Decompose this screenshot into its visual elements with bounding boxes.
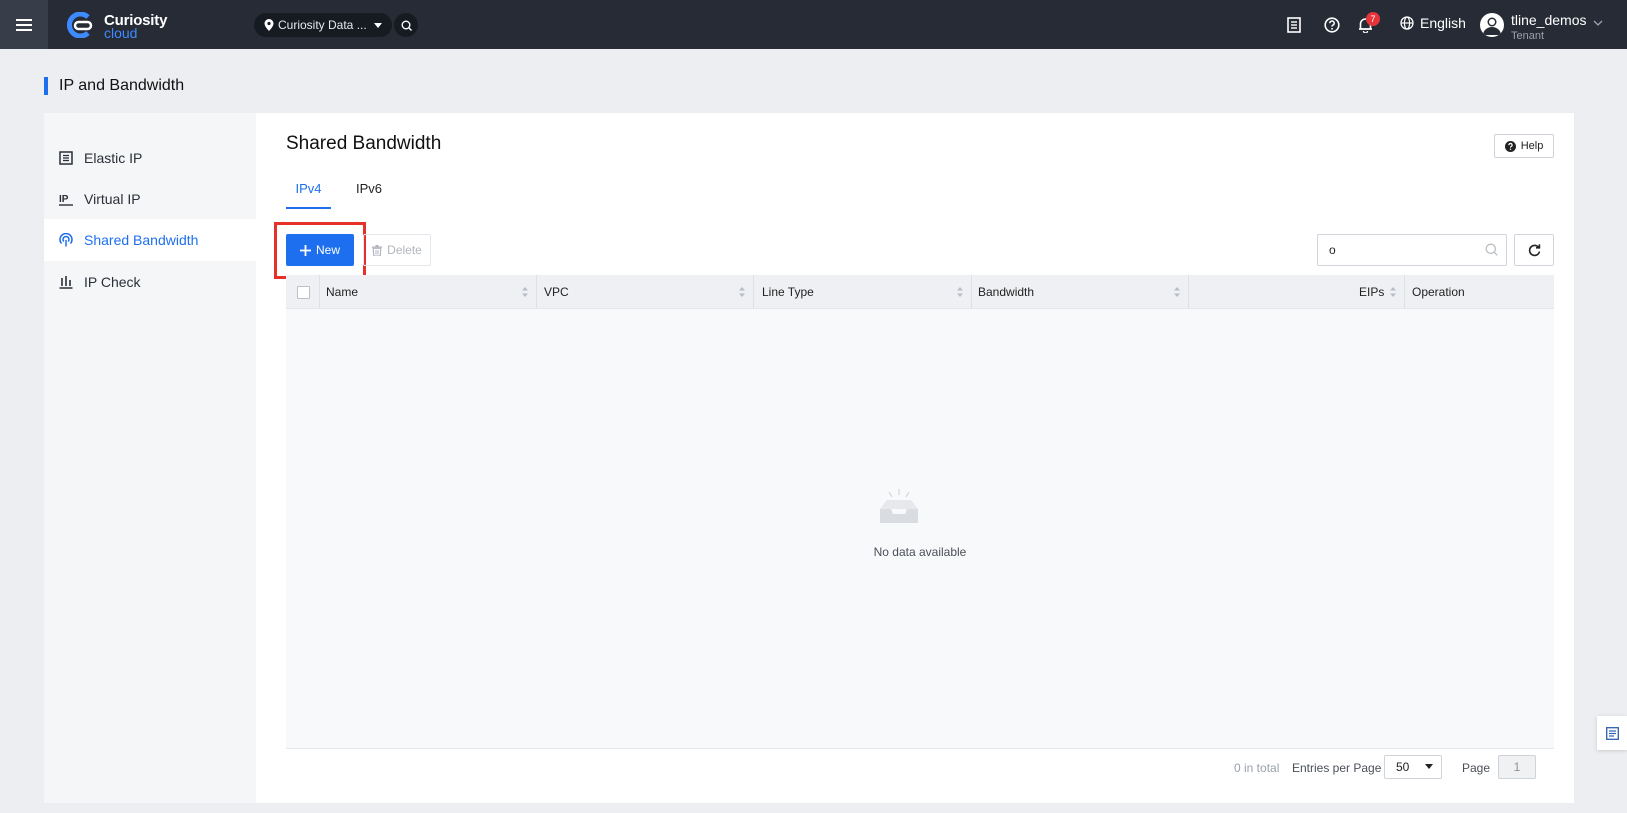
- total-count: 0 in total: [1234, 761, 1280, 775]
- sidebar-item-shared-bandwidth[interactable]: Shared Bandwidth: [44, 219, 256, 261]
- document-icon: [1287, 17, 1301, 33]
- empty-state-text: No data available: [873, 545, 967, 559]
- caret-down-icon: [1425, 764, 1433, 769]
- ip-check-icon: [58, 274, 74, 290]
- column-header-eips[interactable]: EIPs: [1359, 275, 1384, 309]
- page-number-input[interactable]: 1: [1498, 755, 1536, 779]
- trash-icon: [372, 244, 383, 256]
- page-title: IP and Bandwidth: [44, 77, 184, 95]
- language-selector[interactable]: English: [1400, 15, 1466, 31]
- sidebar-item-virtual-ip[interactable]: IP Virtual IP: [44, 178, 256, 220]
- caret-down-icon: [373, 22, 382, 28]
- table-body: No data available: [286, 309, 1554, 749]
- user-role: Tenant: [1511, 30, 1545, 42]
- new-label: New: [315, 243, 340, 257]
- documents-button[interactable]: [1283, 14, 1305, 36]
- column-header-bandwidth[interactable]: Bandwidth: [978, 275, 1034, 309]
- search-icon[interactable]: [1485, 243, 1498, 256]
- logo-mark-icon: [67, 12, 93, 38]
- sidebar-item-ip-check[interactable]: IP Check: [44, 261, 256, 303]
- entries-per-page-select[interactable]: 50: [1384, 755, 1442, 779]
- notification-badge: 7: [1366, 12, 1380, 26]
- column-header-vpc[interactable]: VPC: [544, 275, 569, 309]
- sidebar-item-label: Virtual IP: [84, 191, 141, 207]
- select-all-checkbox[interactable]: [297, 286, 310, 299]
- tab-ipv6[interactable]: IPv6: [356, 179, 386, 209]
- empty-inbox-icon: [880, 489, 918, 523]
- column-divider: [536, 275, 537, 309]
- sort-icon[interactable]: [738, 285, 746, 299]
- entries-per-page-label: Entries per Page: [1292, 761, 1382, 775]
- refresh-button[interactable]: [1514, 234, 1554, 266]
- elastic-ip-icon: [58, 150, 74, 166]
- svg-text:IP: IP: [59, 194, 69, 205]
- column-header-name[interactable]: Name: [326, 275, 358, 309]
- question-circle-icon: [1324, 17, 1340, 33]
- column-divider: [971, 275, 972, 309]
- sidebar-item-elastic-ip[interactable]: Elastic IP: [44, 137, 256, 179]
- sort-icon[interactable]: [521, 285, 529, 299]
- sort-icon[interactable]: [956, 285, 964, 299]
- new-button[interactable]: New: [286, 234, 354, 266]
- location-pin-icon: [264, 19, 274, 31]
- column-divider: [1188, 275, 1189, 309]
- help-center-button[interactable]: [1321, 14, 1343, 36]
- entries-per-page-value: 50: [1396, 760, 1410, 774]
- hamburger-icon: [16, 18, 32, 31]
- virtual-ip-icon: IP: [58, 191, 74, 207]
- column-header-operation: Operation: [1412, 285, 1465, 299]
- search-input[interactable]: o: [1317, 234, 1507, 266]
- sort-icon[interactable]: [1389, 285, 1397, 299]
- refresh-icon: [1528, 243, 1540, 256]
- region-label: Curiosity Data ...: [278, 18, 367, 32]
- column-divider: [319, 275, 320, 309]
- user-name[interactable]: tline_demos: [1511, 12, 1587, 28]
- main-panel: Shared Bandwidth Help IPv4 IPv6 New Dele…: [256, 113, 1574, 803]
- sidebar-item-label: Shared Bandwidth: [84, 232, 199, 248]
- shared-bandwidth-icon: [58, 232, 74, 248]
- brand-logo[interactable]: Curiosity cloud: [66, 11, 176, 41]
- brand-sub: cloud: [104, 25, 138, 41]
- column-divider: [753, 275, 754, 309]
- sidebar-item-label: IP Check: [84, 274, 141, 290]
- global-search-button[interactable]: [394, 13, 418, 37]
- globe-icon: [1400, 16, 1414, 30]
- top-bar: Curiosity cloud Curiosity Data ... 7 Eng…: [0, 0, 1627, 49]
- column-divider: [1404, 275, 1405, 309]
- language-label: English: [1420, 15, 1466, 31]
- help-button[interactable]: Help: [1494, 134, 1554, 158]
- sort-icon[interactable]: [1173, 285, 1181, 299]
- search-icon: [401, 20, 412, 31]
- delete-button[interactable]: Delete: [363, 234, 431, 266]
- hamburger-menu-button[interactable]: [0, 0, 48, 49]
- tab-ipv4[interactable]: IPv4: [286, 179, 331, 209]
- page-label: Page: [1462, 761, 1491, 775]
- sidebar: Elastic IP IP Virtual IP Shared Bandwidt…: [44, 113, 256, 803]
- plus-icon: [299, 244, 311, 256]
- sidebar-item-label: Elastic IP: [84, 150, 143, 166]
- region-selector[interactable]: Curiosity Data ...: [254, 13, 392, 37]
- table-header: Name VPC Line Type Bandwidth EIPs Operat…: [286, 275, 1554, 309]
- column-header-line-type[interactable]: Line Type: [762, 275, 814, 309]
- floating-tools-button[interactable]: [1597, 716, 1627, 750]
- section-title: Shared Bandwidth: [286, 133, 442, 154]
- list-panel-icon: [1605, 726, 1619, 740]
- chevron-down-icon[interactable]: [1593, 20, 1603, 26]
- help-label: Help: [1520, 140, 1544, 152]
- delete-label: Delete: [387, 243, 422, 257]
- avatar[interactable]: [1480, 13, 1504, 37]
- user-avatar-icon: [1483, 17, 1501, 35]
- question-circle-icon: [1504, 140, 1516, 152]
- search-value: o: [1329, 243, 1336, 257]
